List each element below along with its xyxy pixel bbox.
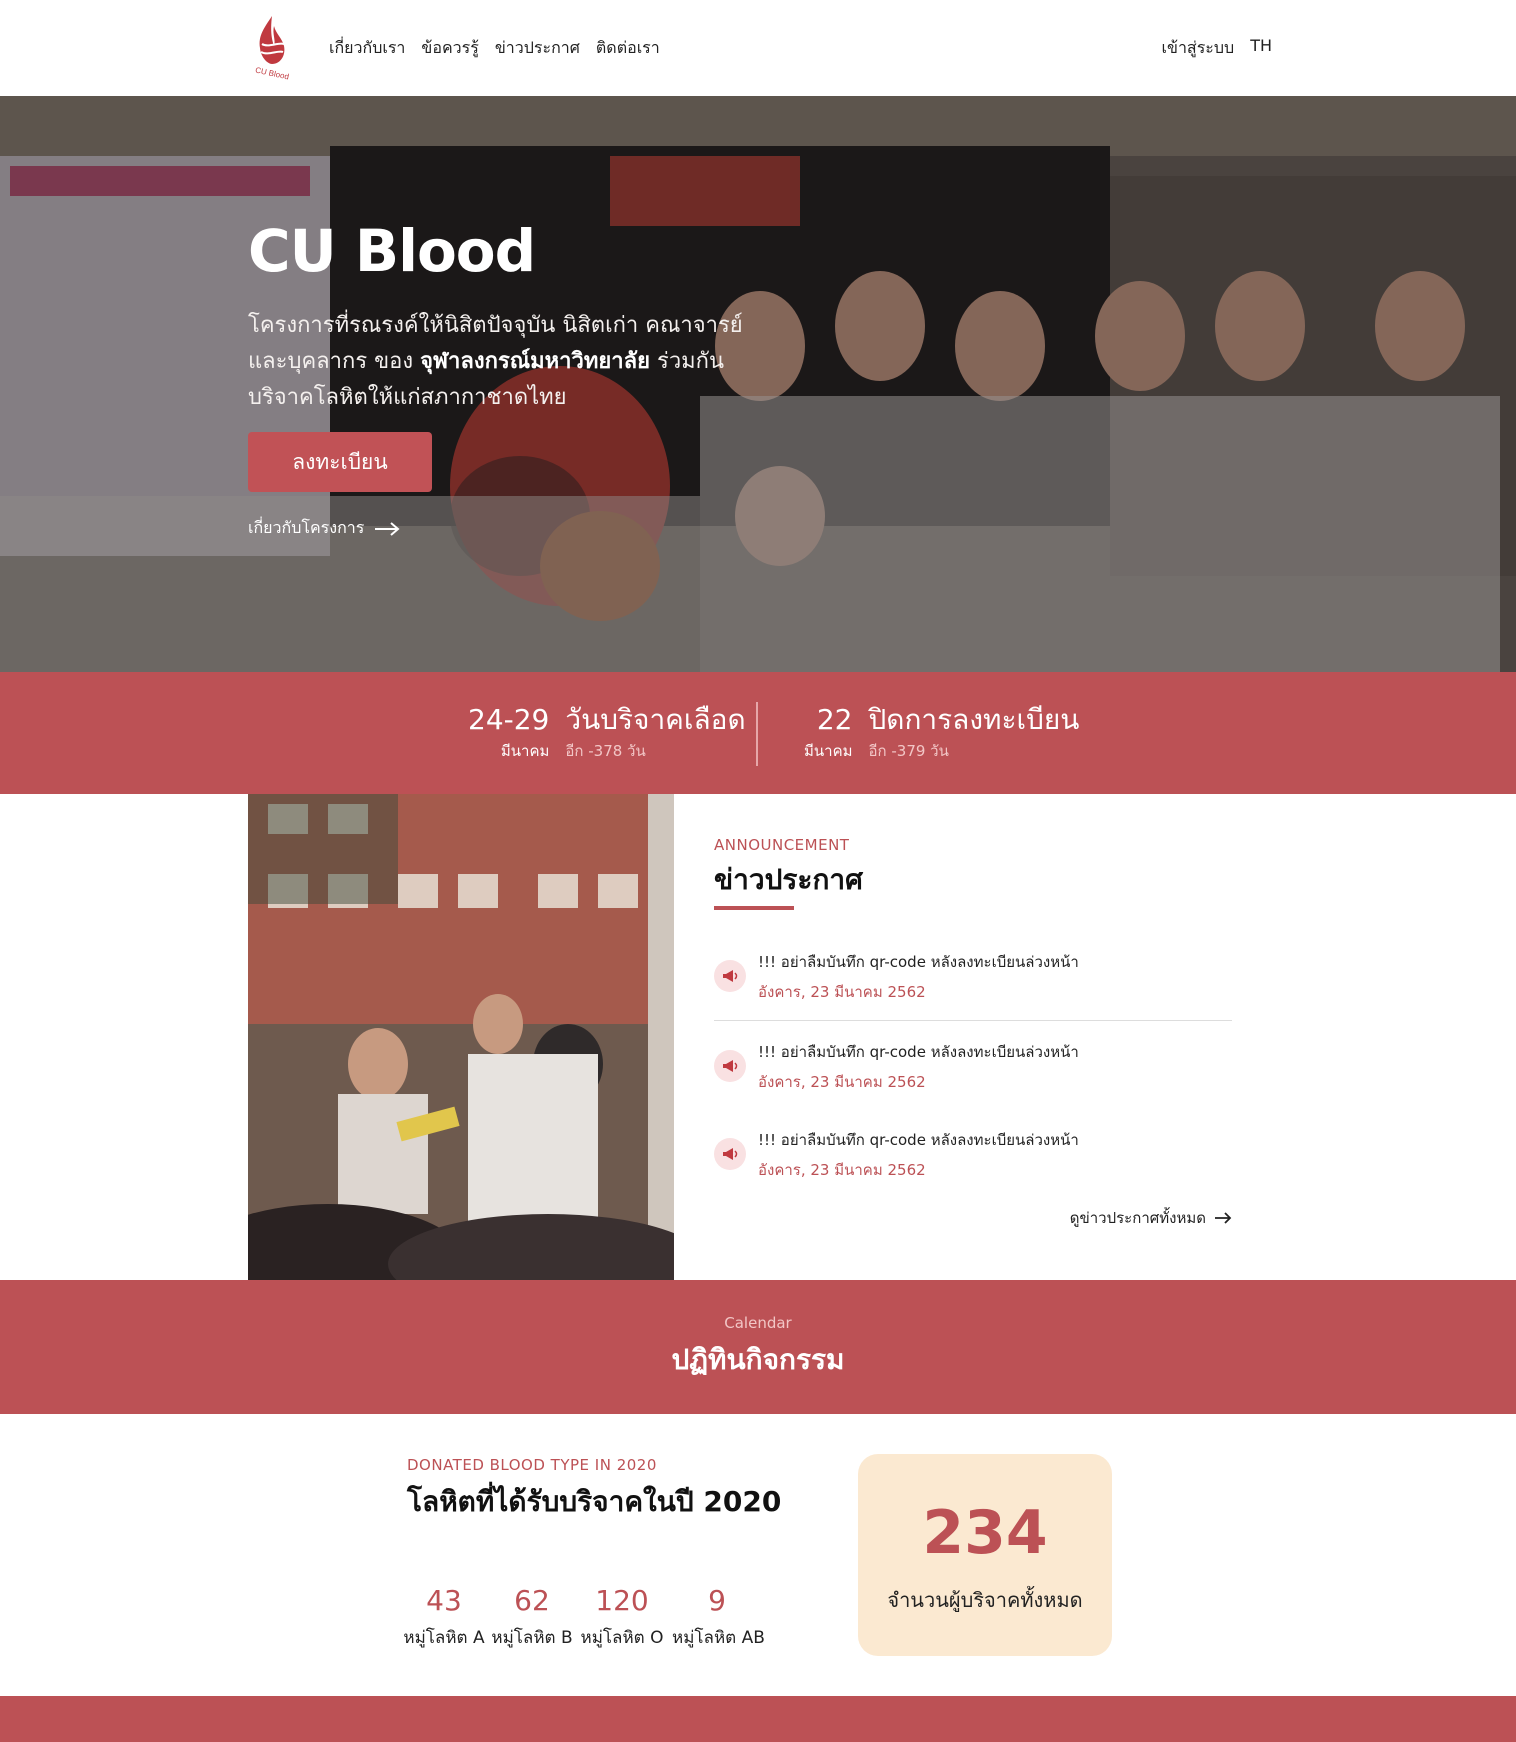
hero-desc-university: จุฬาลงกรณ์มหาวิทยาลัย [420,349,651,374]
nav-about[interactable]: เกี่ยวกับเรา [329,36,405,61]
donation-date: 24-29 มีนาคม วันบริจาคเลือด อีก -378 วัน [468,704,746,762]
blood-type-label: หมู่โลหิต A [403,1628,485,1648]
register-button[interactable]: ลงทะเบียน [248,432,432,492]
announcement-text: !!! อย่าลืมบันทึก qr-code หลังลงทะเบียนล… [758,1043,1079,1061]
key-dates-band: 24-29 มีนาคม วันบริจาคเลือด อีก -378 วัน… [0,672,1516,794]
about-project-link[interactable]: เกี่ยวกับโครงการ [248,516,788,541]
announcement-item[interactable]: !!! อย่าลืมบันทึก qr-code หลังลงทะเบียนล… [714,950,1232,1014]
login-link[interactable]: เข้าสู่ระบบ [1162,36,1235,61]
calendar-kicker: Calendar [724,1314,792,1332]
megaphone-icon [714,1050,746,1082]
language-switch[interactable]: TH [1250,36,1272,61]
announcement-kicker: ANNOUNCEMENT [714,836,850,854]
blood-type-b: 62 หมู่โลหิต B [487,1582,577,1651]
nav-contact[interactable]: ติดต่อเรา [596,36,660,61]
blood-type-count: 9 [708,1584,726,1617]
announcement-item[interactable]: !!! อย่าลืมบันทึก qr-code หลังลงทะเบียนล… [714,1128,1232,1192]
announcement-date: อังคาร, 23 มีนาคม 2562 [758,1073,926,1091]
registration-close-date: 22 มีนาคม ปิดการลงทะเบียน อีก -379 วัน [804,704,1079,762]
total-donors-card: 234 จำนวนผู้บริจาคทั้งหมด [858,1454,1112,1656]
blood-type-count: 43 [426,1584,462,1617]
donation-label: วันบริจาคเลือด [565,703,746,736]
main-nav: เกี่ยวกับเรา ข้อควรรู้ ข่าวประกาศ ติดต่อ… [329,36,660,61]
nav-knowledge[interactable]: ข้อควรรู้ [421,36,478,61]
donation-countdown: อีก -378 วัน [565,742,646,760]
announcement-text: !!! อย่าลืมบันทึก qr-code หลังลงทะเบียนล… [758,1131,1079,1149]
stats-kicker: DONATED BLOOD TYPE IN 2020 [407,1456,657,1474]
blood-type-ab: 9 หมู่โลหิต AB [672,1582,765,1651]
announcement-divider [714,1020,1232,1021]
site-header: CU Blood เกี่ยวกับเรา ข้อควรรู้ ข่าวประก… [0,0,1516,96]
stats-title: โลหิตที่ได้รับบริจาคในปี 2020 [407,1485,782,1518]
announcement-photo [248,794,674,1280]
blood-type-count: 120 [595,1584,649,1617]
donation-month: มีนาคม [500,742,550,760]
announcement-date: อังคาร, 23 มีนาคม 2562 [758,1161,926,1179]
svg-text:CU Blood: CU Blood [254,66,289,80]
announcement-text: !!! อย่าลืมบันทึก qr-code หลังลงทะเบียนล… [758,953,1079,971]
blood-type-label: หมู่โลหิต O [580,1628,664,1648]
arrow-right-icon [375,521,400,536]
view-all-announcements-link[interactable]: ดูข่าวประกาศทั้งหมด [1070,1206,1232,1230]
cu-blood-logo[interactable]: CU Blood [250,14,294,80]
megaphone-icon [714,1138,746,1170]
donation-days: 24-29 [468,703,550,736]
close-label: ปิดการลงทะเบียน [868,703,1080,736]
dates-divider [756,702,758,766]
about-project-label: เกี่ยวกับโครงการ [248,518,365,537]
calendar-title: ปฏิทินกิจกรรม [671,1343,845,1376]
announcement-title: ข่าวประกาศ [714,863,863,896]
close-days: 22 [816,703,853,736]
blood-type-a: 43 หมู่โลหิต A [399,1582,489,1651]
megaphone-icon [714,960,746,992]
blood-type-label: หมู่โลหิต AB [672,1628,765,1648]
blood-type-count: 62 [514,1584,550,1617]
total-donors-count: 234 [922,1498,1048,1568]
hero-section: CU Blood โครงการที่รณรงค์ให้นิสิตปัจจุบั… [0,96,1516,672]
hero-title: CU Blood [248,217,536,285]
announcement-underline [714,906,794,910]
blood-type-label: หมู่โลหิต B [491,1628,573,1648]
announcement-section: ANNOUNCEMENT ข่าวประกาศ !!! อย่าลืมบันทึ… [714,794,1232,1280]
hero-description: โครงการที่รณรงค์ให้นิสิตปัจจุบัน นิสิตเก… [248,308,788,416]
announcement-item[interactable]: !!! อย่าลืมบันทึก qr-code หลังลงทะเบียนล… [714,1040,1232,1104]
close-month: มีนาคม [804,742,853,760]
arrow-right-icon [1215,1212,1232,1224]
header-actions: เข้าสู่ระบบ TH [1162,36,1272,61]
close-countdown: อีก -379 วัน [868,742,949,760]
calendar-band: Calendar ปฏิทินกิจกรรม [0,1280,1516,1414]
nav-news[interactable]: ข่าวประกาศ [495,36,580,61]
hero-content: CU Blood โครงการที่รณรงค์ให้นิสิตปัจจุบั… [248,222,788,541]
footer-band [0,1696,1516,1742]
view-all-label: ดูข่าวประกาศทั้งหมด [1069,1209,1206,1227]
total-donors-label: จำนวนผู้บริจาคทั้งหมด [887,1588,1083,1612]
announcement-date: อังคาร, 23 มีนาคม 2562 [758,983,926,1001]
blood-type-o: 120 หมู่โลหิต O [577,1582,667,1651]
